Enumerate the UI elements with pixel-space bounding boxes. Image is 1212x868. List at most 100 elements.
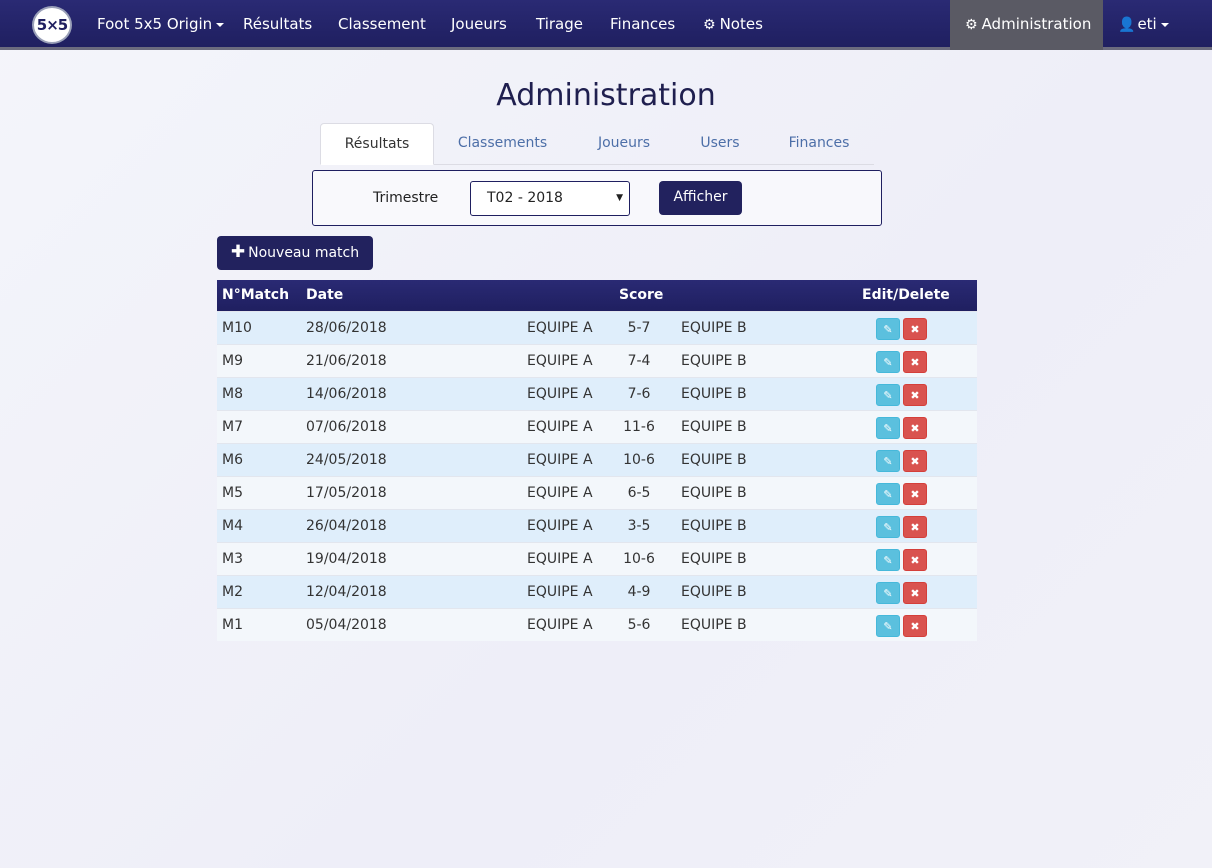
match-date: 07/06/2018 xyxy=(306,419,387,435)
delete-button[interactable]: ✖ xyxy=(903,516,927,538)
match-score: 11-6 xyxy=(623,419,655,435)
match-score: 10-6 xyxy=(623,551,655,567)
edit-button[interactable]: ✎ xyxy=(876,483,900,505)
match-date: 26/04/2018 xyxy=(306,518,387,534)
header-actions: Edit/Delete xyxy=(862,287,950,303)
delete-button[interactable]: ✖ xyxy=(903,615,927,637)
match-number: M6 xyxy=(222,452,243,468)
match-score: 5-6 xyxy=(627,617,651,633)
edit-icon: ✎ xyxy=(883,323,893,336)
delete-button[interactable]: ✖ xyxy=(903,351,927,373)
plus-icon: ✚ xyxy=(230,242,246,262)
admin-link: ⚙ Administration xyxy=(965,0,1091,50)
delete-button[interactable]: ✖ xyxy=(903,549,927,571)
table-row: M8 14/06/2018 EQUIPE A 7-6 EQUIPE B ✎ ✖ xyxy=(217,377,977,410)
nav-item-joueurs[interactable]: Joueurs xyxy=(451,0,507,50)
brand-label: Foot 5x5 Origin xyxy=(97,15,213,33)
match-number: M3 xyxy=(222,551,243,567)
new-match-label: Nouveau match xyxy=(248,245,360,261)
team-a: EQUIPE A xyxy=(527,452,593,468)
delete-button[interactable]: ✖ xyxy=(903,384,927,406)
tab-resultats[interactable]: Résultats xyxy=(320,123,434,165)
match-date: 14/06/2018 xyxy=(306,386,387,402)
logo[interactable]: 5×5 xyxy=(32,6,72,44)
table-row: M1 05/04/2018 EQUIPE A 5-6 EQUIPE B ✎ ✖ xyxy=(217,608,977,641)
nav-item-administration[interactable]: ⚙ Administration xyxy=(950,0,1103,50)
delete-button[interactable]: ✖ xyxy=(903,582,927,604)
user-dropdown[interactable]: 👤 eti xyxy=(1118,0,1169,50)
gear-icon: ⚙ xyxy=(703,17,716,33)
delete-icon: ✖ xyxy=(910,389,920,402)
delete-icon: ✖ xyxy=(910,554,920,567)
edit-button[interactable]: ✎ xyxy=(876,318,900,340)
trimestre-select[interactable]: T02 - 2018 ▼ xyxy=(470,181,630,216)
trimestre-selected-value: T02 - 2018 xyxy=(487,190,563,206)
table-body: M10 28/06/2018 EQUIPE A 5-7 EQUIPE B ✎ ✖ M9 21/0… xyxy=(217,311,977,641)
match-date: 12/04/2018 xyxy=(306,584,387,600)
edit-button[interactable]: ✎ xyxy=(876,549,900,571)
team-b: EQUIPE B xyxy=(681,485,747,501)
delete-icon: ✖ xyxy=(910,488,920,501)
edit-button[interactable]: ✎ xyxy=(876,516,900,538)
caret-down-icon xyxy=(216,22,225,27)
edit-button[interactable]: ✎ xyxy=(876,615,900,637)
match-score: 4-9 xyxy=(627,584,651,600)
delete-icon: ✖ xyxy=(910,356,920,369)
tab-users[interactable]: Users xyxy=(680,123,760,165)
brand-dropdown[interactable]: Foot 5x5 Origin xyxy=(97,0,225,50)
nav-item-notes[interactable]: ⚙ Notes xyxy=(703,0,763,50)
match-score: 5-7 xyxy=(627,320,651,336)
trimestre-label: Trimestre xyxy=(373,190,439,206)
nav-item-resultats[interactable]: Résultats xyxy=(243,0,312,50)
match-number: M8 xyxy=(222,386,243,402)
match-number: M1 xyxy=(222,617,243,633)
match-number: M7 xyxy=(222,419,243,435)
table-header: N°Match Date Score Edit/Delete xyxy=(217,280,977,311)
edit-button[interactable]: ✎ xyxy=(876,351,900,373)
tab-joueurs[interactable]: Joueurs xyxy=(580,123,668,165)
team-a: EQUIPE A xyxy=(527,320,593,336)
gear-icon: ⚙ xyxy=(965,17,978,33)
delete-button[interactable]: ✖ xyxy=(903,483,927,505)
match-date: 17/05/2018 xyxy=(306,485,387,501)
edit-button[interactable]: ✎ xyxy=(876,384,900,406)
match-date: 28/06/2018 xyxy=(306,320,387,336)
team-b: EQUIPE B xyxy=(681,419,747,435)
user-label: eti xyxy=(1137,15,1157,33)
header-date: Date xyxy=(306,287,344,303)
delete-button[interactable]: ✖ xyxy=(903,417,927,439)
edit-icon: ✎ xyxy=(883,488,893,501)
notes-label: Notes xyxy=(719,15,763,33)
admin-tabs: Résultats Classements Joueurs Users Fina… xyxy=(320,123,874,165)
nav-item-finances[interactable]: Finances xyxy=(610,0,675,50)
team-b: EQUIPE B xyxy=(681,518,747,534)
nav-item-classement[interactable]: Classement xyxy=(338,0,426,50)
team-b: EQUIPE B xyxy=(681,617,747,633)
match-number: M9 xyxy=(222,353,243,369)
match-score: 7-4 xyxy=(627,353,651,369)
dropdown-arrow-icon: ▼ xyxy=(616,193,623,203)
table-row: M2 12/04/2018 EQUIPE A 4-9 EQUIPE B ✎ ✖ xyxy=(217,575,977,608)
delete-icon: ✖ xyxy=(910,422,920,435)
nav-item-tirage[interactable]: Tirage xyxy=(536,0,583,50)
edit-button[interactable]: ✎ xyxy=(876,450,900,472)
delete-button[interactable]: ✖ xyxy=(903,450,927,472)
afficher-button[interactable]: Afficher xyxy=(659,181,742,215)
header-score: Score xyxy=(619,287,664,303)
edit-button[interactable]: ✎ xyxy=(876,582,900,604)
tab-finances[interactable]: Finances xyxy=(775,123,863,165)
delete-icon: ✖ xyxy=(910,455,920,468)
table-row: M9 21/06/2018 EQUIPE A 7-4 EQUIPE B ✎ ✖ xyxy=(217,344,977,377)
team-b: EQUIPE B xyxy=(681,452,747,468)
match-number: M4 xyxy=(222,518,243,534)
tab-classements[interactable]: Classements xyxy=(440,123,565,165)
new-match-button[interactable]: ✚ Nouveau match xyxy=(217,236,373,270)
table-row: M5 17/05/2018 EQUIPE A 6-5 EQUIPE B ✎ ✖ xyxy=(217,476,977,509)
match-date: 19/04/2018 xyxy=(306,551,387,567)
team-a: EQUIPE A xyxy=(527,386,593,402)
edit-icon: ✎ xyxy=(883,620,893,633)
edit-button[interactable]: ✎ xyxy=(876,417,900,439)
top-navbar: 5×5 Foot 5x5 Origin Résultats Classement… xyxy=(0,0,1212,50)
delete-button[interactable]: ✖ xyxy=(903,318,927,340)
delete-icon: ✖ xyxy=(910,587,920,600)
